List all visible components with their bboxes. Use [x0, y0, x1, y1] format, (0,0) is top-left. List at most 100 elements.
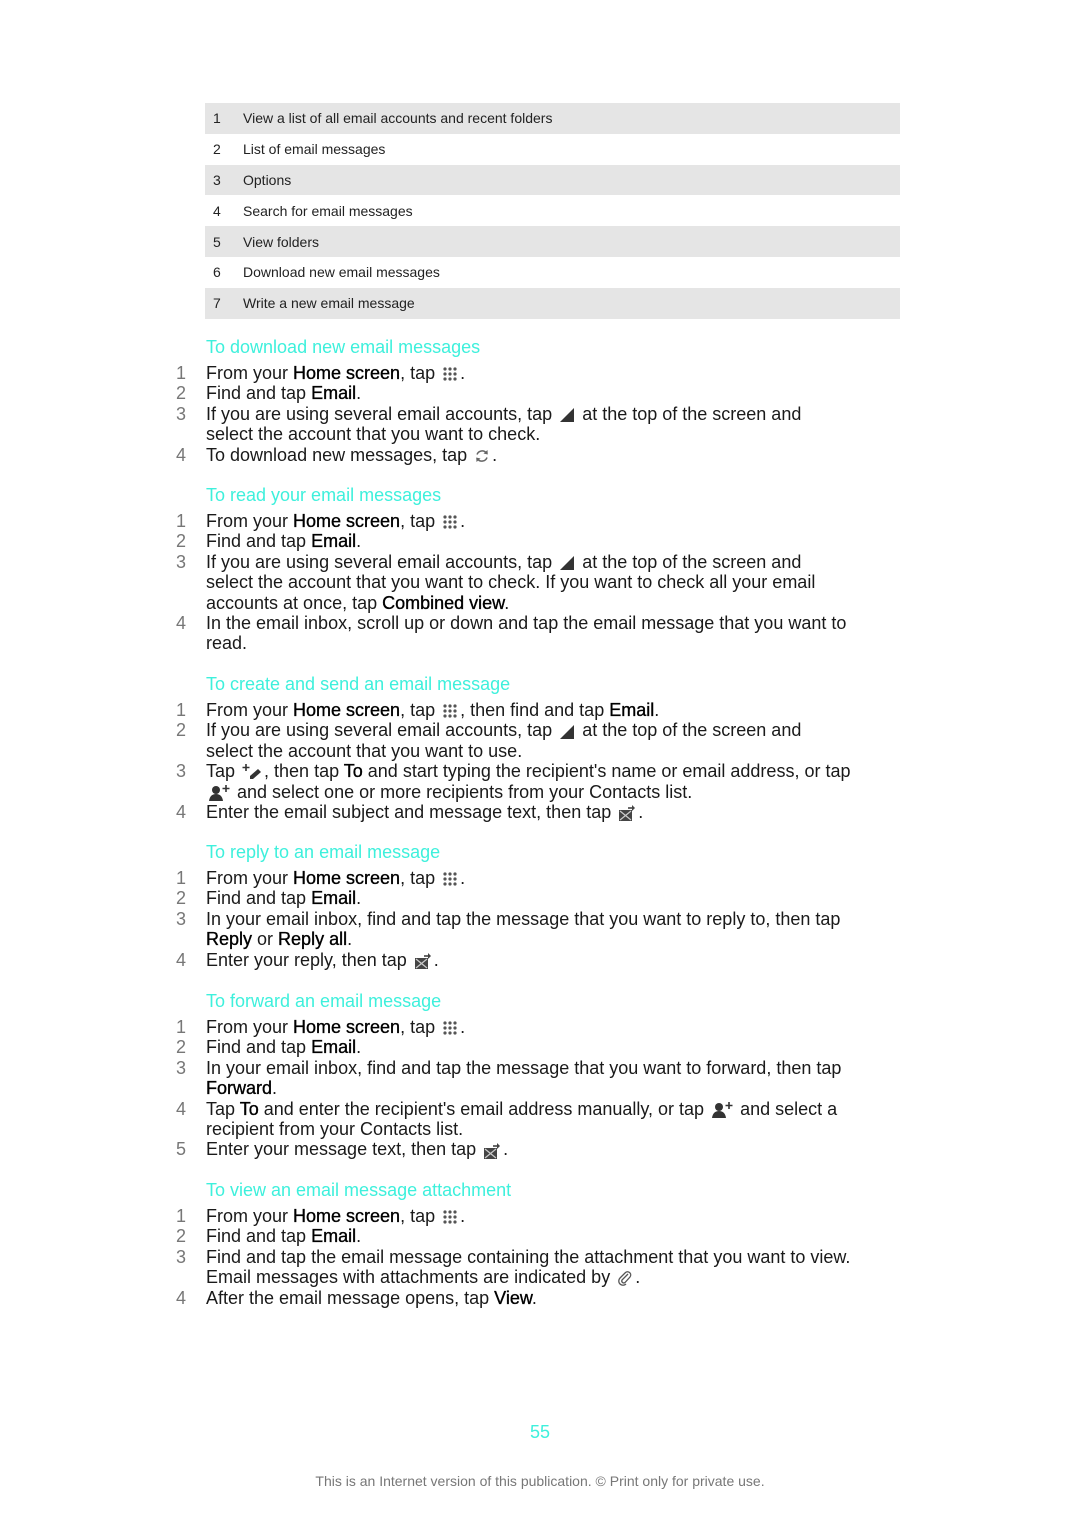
text-run: . — [531, 1287, 537, 1308]
legend-description: Options — [243, 171, 292, 188]
text-run: If you are using several email accounts,… — [206, 720, 558, 741]
text-run: , then find and tap — [460, 700, 610, 720]
legend-number: 4 — [213, 202, 221, 219]
steps-list: 1 From your Home screen, tap . 2 Find and t… — [0, 511, 1080, 654]
legend-number: 1 — [213, 110, 221, 127]
text-run: Find and tap the email message containin… — [206, 1246, 851, 1288]
text-run: Find and tap — [206, 383, 312, 404]
step-item: 1 From your Home screen, tap . — [0, 511, 1080, 531]
text-run: Enter the email subject and message text… — [206, 802, 617, 823]
step-text: Find and tap Email. — [206, 1226, 851, 1246]
legend-row: 7 Write a new email message — [205, 287, 900, 319]
step-item: 4 After the email message opens, tap View… — [0, 1287, 1080, 1308]
step-number: 3 — [176, 908, 187, 929]
legend-number: 5 — [213, 233, 221, 250]
step-item: 5 Enter your message text, then tap . — [0, 1139, 1080, 1159]
step-text: Find and tap the email message containin… — [206, 1247, 851, 1288]
text-run: , tap — [400, 700, 441, 720]
step-number: 2 — [176, 720, 187, 741]
text-run: From your — [206, 511, 294, 531]
text-run: . — [503, 1139, 509, 1160]
dropdown-triangle-icon — [559, 407, 575, 423]
text-run: In the email inbox, scroll up or down an… — [206, 613, 847, 654]
text-run: . — [347, 929, 353, 950]
step-item: 2 Find and tap Email. — [0, 531, 1080, 551]
text-run: Find and tap — [206, 1226, 312, 1247]
section-heading: To read your email messages — [206, 485, 442, 505]
section-heading: To download new email messages — [206, 337, 481, 357]
step-number: 4 — [176, 1098, 187, 1119]
step-text: In your email inbox, find and tap the me… — [206, 909, 851, 950]
step-item: 3 In your email inbox, find and tap the m… — [0, 1058, 1080, 1099]
text-run: . — [504, 592, 510, 613]
step-item: 4 Enter the email subject and message tex… — [0, 802, 1080, 822]
step-number: 2 — [176, 1037, 187, 1058]
apps-grid-icon — [442, 514, 458, 530]
text-run: Find and tap — [206, 531, 312, 552]
text-run: . — [272, 1078, 278, 1099]
text-run: From your — [206, 1017, 294, 1037]
step-number: 4 — [176, 949, 187, 970]
step-text: Tap To and enter the recipient's email a… — [206, 1098, 851, 1140]
text-run: . — [356, 888, 362, 909]
attachment-icon — [617, 1270, 633, 1287]
step-number: 2 — [176, 1226, 187, 1247]
step-item: 1 From your Home screen, tap . — [0, 363, 1080, 383]
ui-term: To — [343, 761, 363, 782]
section-heading: To create and send an email message — [206, 674, 511, 694]
step-item: 2 If you are using several email accounts… — [0, 720, 1080, 761]
text-run: If you are using several email accounts,… — [206, 551, 558, 572]
step-text: To download new messages, tap . — [206, 445, 851, 465]
legend-row: 2 List of email messages — [205, 134, 900, 165]
step-number: 4 — [176, 802, 187, 823]
steps-list: 1 From your Home screen, tap , then find … — [0, 700, 1080, 822]
legend-row: 1 View a list of all email accounts and r… — [205, 103, 900, 134]
text-run: , then tap — [264, 761, 344, 782]
text-run: . — [356, 383, 362, 404]
apps-grid-icon — [442, 1209, 458, 1225]
legend-description: Search for email messages — [243, 202, 413, 219]
ui-term: Home screen — [293, 1017, 401, 1037]
text-run: From your — [206, 1206, 294, 1226]
ui-term: Email — [311, 1037, 357, 1058]
text-run: From your — [206, 700, 294, 720]
step-item: 3 In your email inbox, find and tap the m… — [0, 909, 1080, 950]
step-item: 1 From your Home screen, tap . — [0, 868, 1080, 888]
text-run: Tap — [206, 761, 241, 782]
ui-term: Forward — [206, 1078, 273, 1099]
legend-number: 7 — [213, 295, 221, 312]
step-text: Enter your reply, then tap . — [206, 950, 851, 970]
step-item: 1 From your Home screen, tap . — [0, 1017, 1080, 1037]
ui-term: Email — [311, 383, 357, 404]
step-item: 3 If you are using several email accounts… — [0, 404, 1080, 445]
step-number: 2 — [176, 383, 187, 404]
legend-row: 6 Download new email messages — [205, 257, 900, 288]
step-number: 2 — [176, 531, 187, 552]
text-run: and enter the recipient's email address … — [258, 1098, 710, 1119]
step-text: From your Home screen, tap . — [206, 1017, 851, 1037]
ui-term: Email — [609, 700, 655, 720]
step-item: 2 Find and tap Email. — [0, 1226, 1080, 1246]
step-text: From your Home screen, tap . — [206, 1206, 851, 1226]
text-run: . — [356, 1037, 362, 1058]
legend-number: 2 — [213, 141, 221, 158]
text-run: Enter your reply, then tap — [206, 949, 412, 970]
steps-list: 1 From your Home screen, tap . 2 Find and t… — [0, 1017, 1080, 1160]
legend-number: 6 — [213, 264, 221, 281]
step-number: 1 — [176, 1017, 187, 1037]
step-text: From your Home screen, tap , then find a… — [206, 700, 851, 720]
step-item: 4 To download new messages, tap . — [0, 445, 1080, 465]
step-item: 3 If you are using several email accounts… — [0, 552, 1080, 613]
add-contact-icon — [711, 1101, 733, 1119]
footer-notice: This is an Internet version of this publ… — [315, 1473, 765, 1489]
steps-list: 1 From your Home screen, tap . 2 Find and t… — [0, 1206, 1080, 1308]
step-text: Tap , then tap To and start typing the r… — [206, 761, 851, 802]
step-number: 3 — [176, 403, 187, 424]
ui-term: Email — [311, 531, 357, 552]
ui-term: Reply — [206, 929, 253, 950]
send-icon — [414, 952, 432, 970]
section-heading: To reply to an email message — [206, 842, 441, 862]
compose-icon — [242, 763, 262, 781]
send-icon — [483, 1142, 501, 1160]
text-run: Find and tap — [206, 1037, 312, 1058]
